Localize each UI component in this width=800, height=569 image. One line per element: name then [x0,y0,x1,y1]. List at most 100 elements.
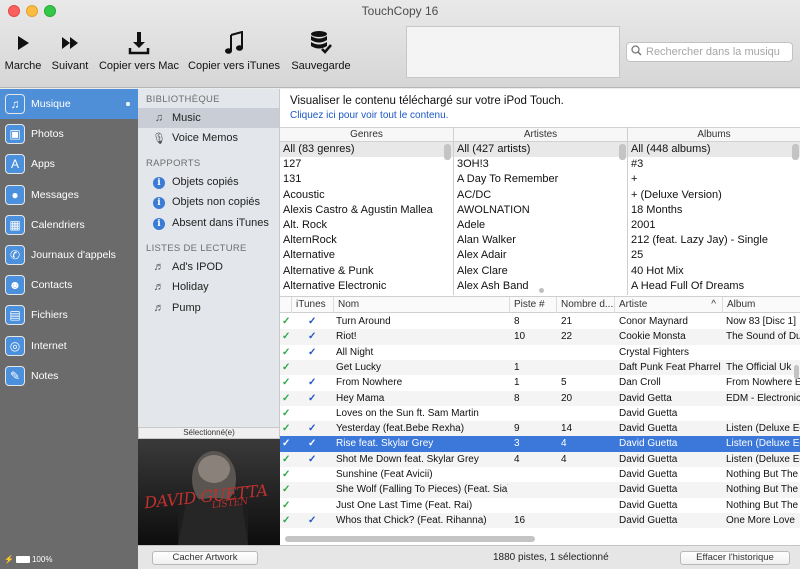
library-item-music[interactable]: ♫ Music [138,108,279,128]
column-header-itunes[interactable]: iTunes [292,297,334,313]
list-item[interactable]: 127 [280,157,453,172]
column-header-album[interactable]: Album [723,297,800,313]
copy-to-mac-button[interactable]: Copier vers Mac [98,28,180,72]
fast-forward-icon [50,28,90,58]
column-header-status[interactable] [280,297,292,313]
hide-artwork-button[interactable]: Cacher Artwork [152,551,258,565]
scrollbar[interactable] [444,144,451,160]
info-icon: i [153,176,165,189]
play-button[interactable]: Marche [4,28,42,72]
list-item[interactable]: AWOLNATION [454,203,627,218]
table-row[interactable]: ✓ ✓ From Nowhere 1 5 Dan Croll From Nowhere EP [280,375,800,390]
report-item-copied[interactable]: i Objets copiés [138,172,279,192]
itunes-status-check [308,482,322,497]
track-name: Get Lucky [336,361,382,373]
list-item[interactable]: Alex Adair [454,248,627,263]
list-item[interactable]: 40 Hot Mix [628,264,800,279]
sync-status-check: ✓ [282,499,291,511]
scrollbar[interactable] [792,144,799,160]
column-header-genres[interactable]: Genres [280,127,453,142]
report-item-not-copied[interactable]: i Objets non copiés [138,192,279,212]
nav-item-internet[interactable]: ◎ Internet [0,331,138,361]
track-total: 4 [561,438,567,450]
nav-item-call-logs[interactable]: ✆ Journaux d'appels [0,240,138,270]
track-number: 4 [514,453,520,465]
list-item[interactable]: Alternative & Punk [280,264,453,279]
backup-button[interactable]: Sauvegarde [290,28,352,72]
table-row[interactable]: ✓ She Wolf (Falling To Pieces) (Feat. Sia… [280,482,800,498]
list-item[interactable]: Alt. Rock [280,218,453,233]
nav-item-files[interactable]: ▤ Fichiers [0,300,138,330]
list-item[interactable]: 18 Months [628,203,800,218]
table-row[interactable]: ✓ ✓ All Night Crystal Fighters [280,345,800,360]
vertical-scrollbar[interactable] [794,365,799,379]
clear-history-button[interactable]: Effacer l'historique [680,551,790,565]
search-input[interactable] [646,46,791,58]
playlist-item[interactable]: ♬ Pump [138,298,279,318]
list-item[interactable]: Alex Clare [454,264,627,279]
split-view-divider[interactable] [539,288,544,293]
list-item[interactable]: A Day To Remember [454,172,627,187]
list-item[interactable]: All (83 genres) [280,142,453,158]
list-item[interactable]: 3OH!3 [454,157,627,172]
table-row[interactable]: ✓ ✓ Riot! 10 22 Cookie Monsta The Sound of Dub… [280,329,800,345]
column-header-artists[interactable]: Artistes [454,127,627,142]
nav-item-messages[interactable]: ● Messages [0,180,138,210]
nav-item-contacts[interactable]: ☻ Contacts [0,270,138,300]
list-item[interactable]: 25 [628,248,800,263]
content-description: Visualiser le contenu téléchargé sur vot… [290,95,564,107]
list-item[interactable]: 131 [280,172,453,187]
list-item[interactable]: AC/DC [454,188,627,203]
table-row[interactable]: ✓ ✓ Hey Mama 8 20 David Getta EDM - Electronic [280,390,800,406]
list-item[interactable]: 212 (feat. Lazy Jay) - Single [628,233,800,248]
info-icon: i [153,196,165,209]
search-field[interactable] [626,42,793,62]
table-row[interactable]: ✓ Just One Last Time (Feat. Rai) David Gue… [280,498,800,513]
column-header-artist[interactable]: Artiste ^ [615,297,723,313]
list-item[interactable]: All (448 albums) [628,142,800,158]
copy-to-itunes-button[interactable]: Copier vers iTunes [188,28,280,72]
column-header-albums[interactable]: Albums [628,127,800,142]
list-item[interactable]: Alexis Castro & Agustin Mallea [280,203,453,218]
column-header-track[interactable]: Piste # [510,297,557,313]
playlist-item[interactable]: ♬ Holiday [138,277,279,297]
scrollbar[interactable] [619,144,626,160]
nav-item-apps[interactable]: A Apps [0,149,138,179]
track-name: Hey Mama [336,392,385,404]
table-row[interactable]: ✓ ✓ Yesterday (feat.Bebe Rexha) 9 14 David Gu… [280,421,800,437]
table-row[interactable]: ✓ Get Lucky 1 Daft Punk Feat Pharrell Willi… [280,359,800,376]
report-item-absent-itunes[interactable]: i Absent dans iTunes [138,213,279,233]
table-row[interactable]: ✓ ✓ Whos that Chick? (Feat. Rihanna) 16 Davi… [280,512,800,529]
playlist-item[interactable]: ♬ Ad's IPOD [138,257,279,277]
column-header-count[interactable]: Nombre d... [557,297,615,313]
next-button[interactable]: Suivant [50,28,90,72]
column-header-name[interactable]: Nom [334,297,510,313]
table-row[interactable]: ✓ ✓ Rise feat. Skylar Grey 3 4 David Guetta Li… [280,436,800,452]
nav-item-notes[interactable]: ✎ Notes [0,361,138,391]
horizontal-scrollbar[interactable] [285,536,535,542]
table-row[interactable]: ✓ ✓ Turn Around 8 21 Conor Maynard Now 83 [Dis… [280,314,800,329]
list-item[interactable]: Adele [454,218,627,233]
list-item[interactable]: A Head Full Of Dreams [628,279,800,294]
nav-item-calendars[interactable]: ▦ Calendriers [0,210,138,240]
list-item[interactable]: + [628,172,800,187]
library-item-voice-memos[interactable]: 🎙 Voice Memos [138,128,279,148]
list-item[interactable]: Alternative [280,248,453,263]
list-item[interactable]: Alternative Electronic [280,279,453,294]
list-item[interactable]: + (Deluxe Version) [628,188,800,203]
list-item[interactable]: AlternRock [280,233,453,248]
track-album: Listen (Deluxe Edition) [726,423,800,435]
list-item[interactable]: Alan Walker [454,233,627,248]
table-row[interactable]: ✓ Loves on the Sun ft. Sam Martin David Gu… [280,406,800,421]
list-item[interactable]: Acoustic [280,188,453,203]
track-name: She Wolf (Falling To Pieces) (Feat. Sia) [336,484,508,496]
nav-item-music[interactable]: ♫ Musique [0,89,138,119]
table-row[interactable]: ✓ ✓ Shot Me Down feat. Skylar Grey 4 4 David … [280,451,800,467]
list-item[interactable]: All (427 artists) [454,142,627,158]
list-item[interactable]: #3 [628,157,800,172]
table-row[interactable]: ✓ Sunshine (Feat Avicii) David Guetta Nothi… [280,467,800,482]
nav-item-photos[interactable]: ▣ Photos [0,119,138,149]
active-indicator-dot [126,102,130,106]
view-all-content-link[interactable]: Cliquez ici pour voir tout le contenu. [290,110,448,121]
list-item[interactable]: 2001 [628,218,800,233]
